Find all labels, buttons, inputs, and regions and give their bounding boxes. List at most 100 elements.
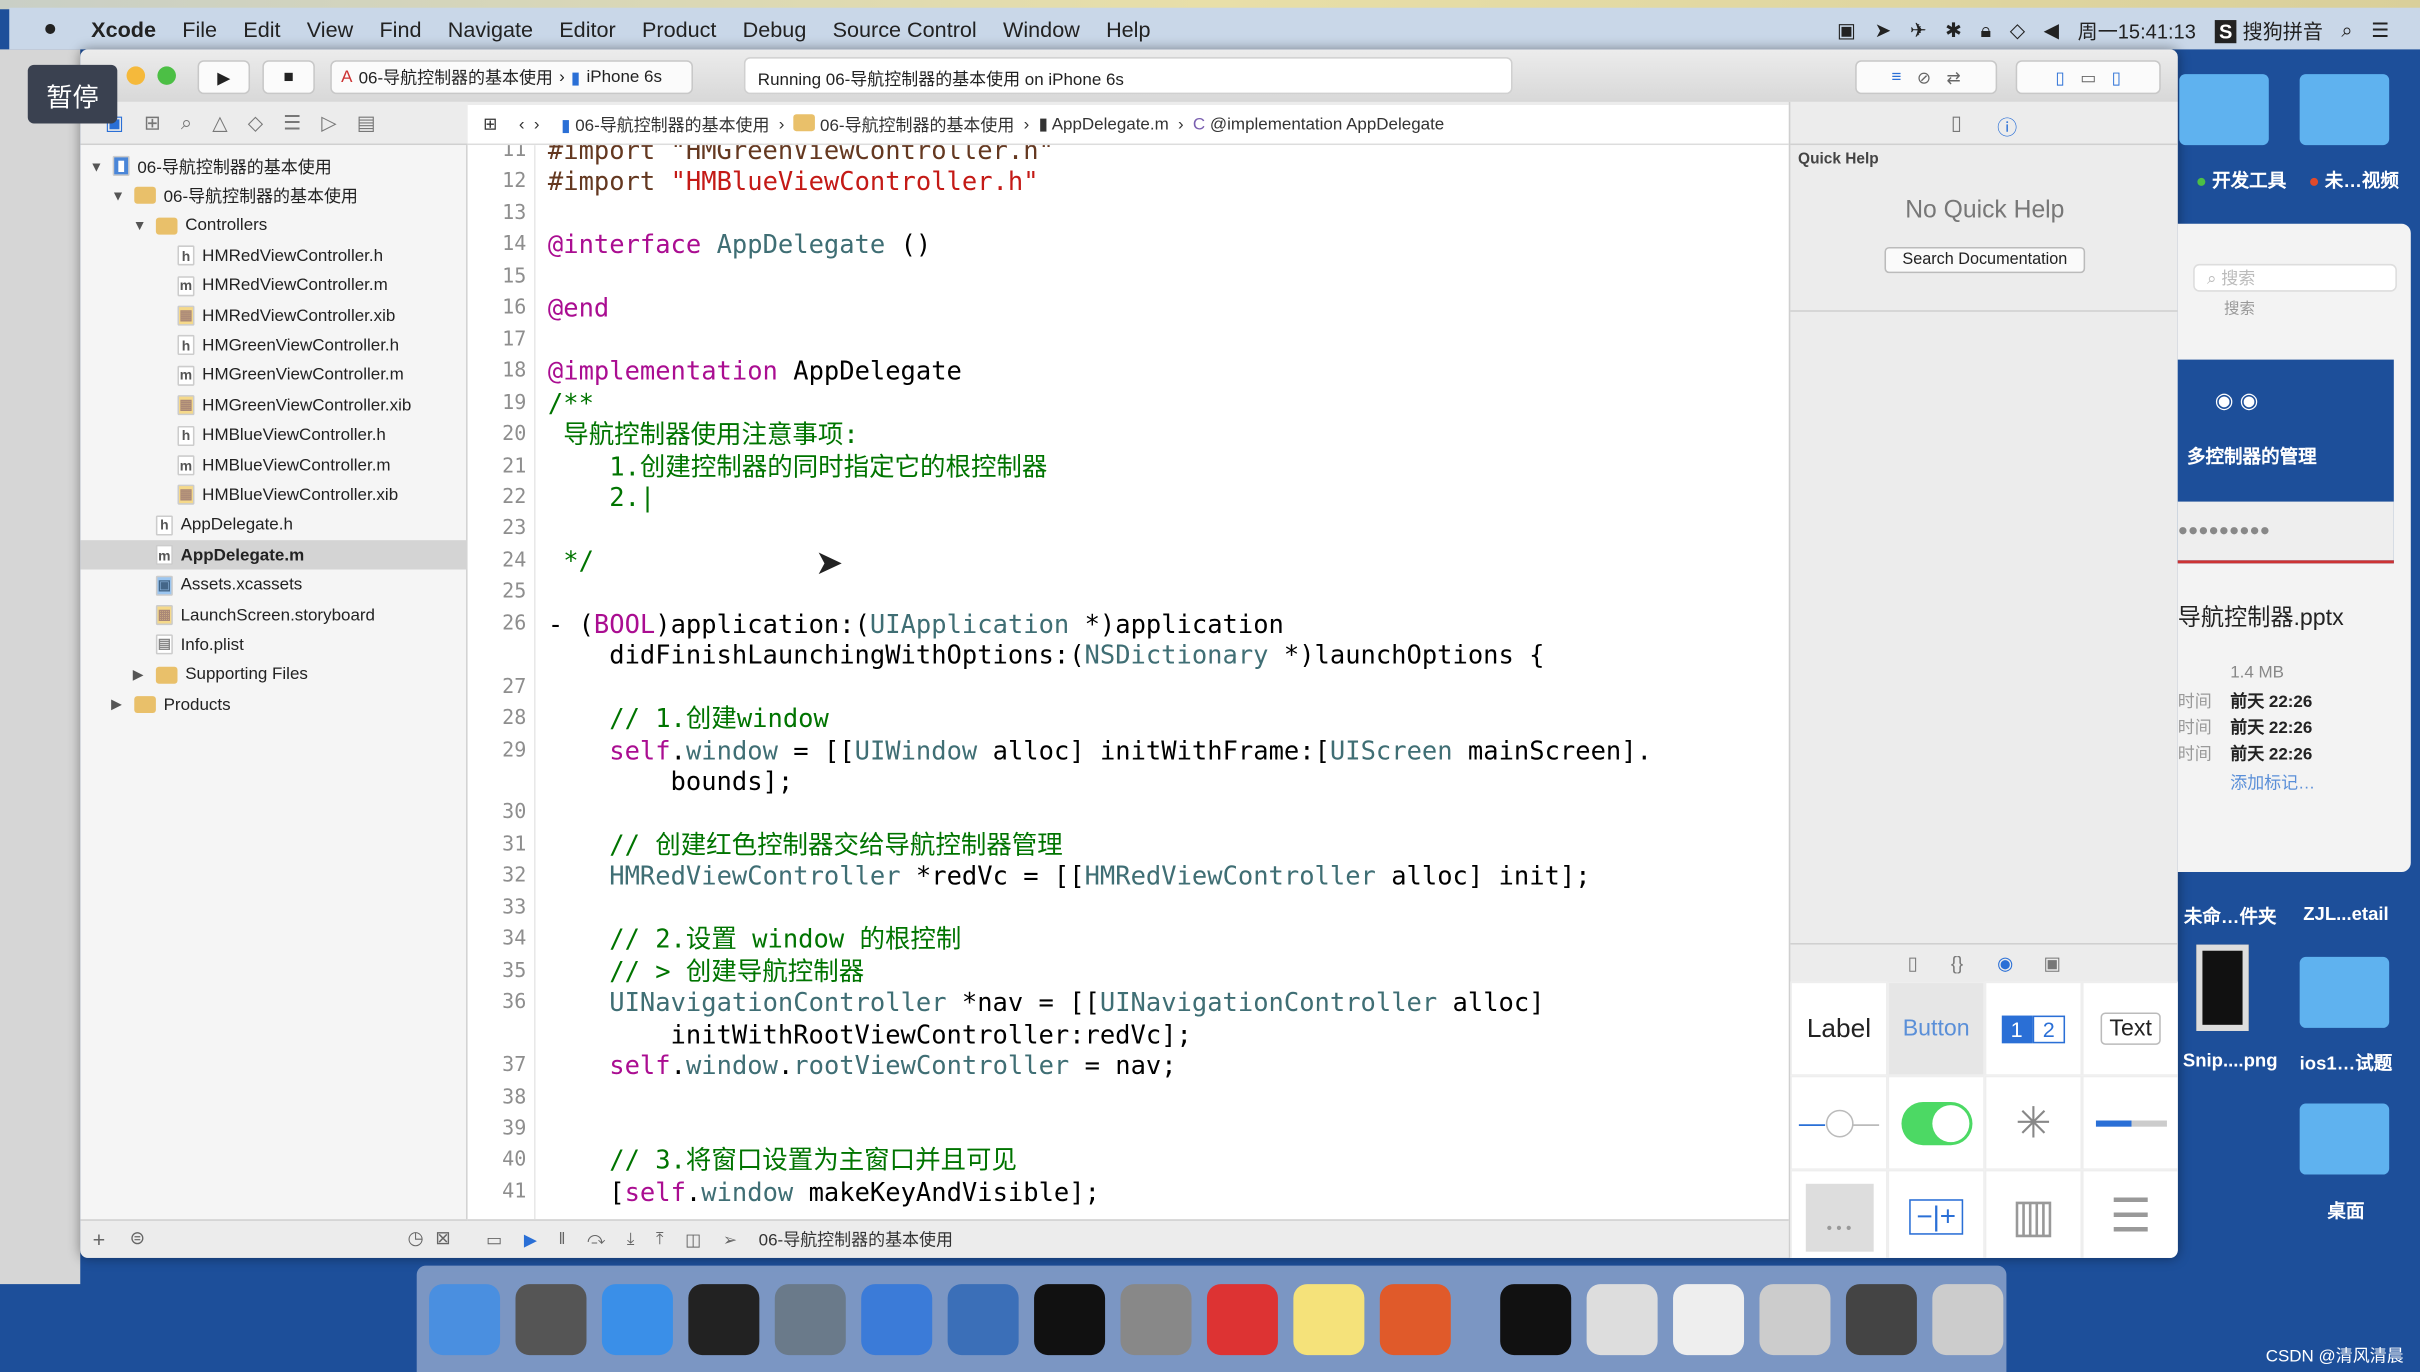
navigator-item[interactable]: ▼ ▮ 06-导航控制器的基本使用 — [80, 151, 332, 180]
disclosure-triangle-icon[interactable]: ▶ — [111, 696, 126, 713]
navigator-item[interactable]: ▼ Controllers — [80, 211, 268, 240]
add-tag-link[interactable]: 添加标记… — [2230, 770, 2315, 795]
navigator-item[interactable]: ▶ Products — [80, 690, 230, 719]
jump-project[interactable]: ▮ 06-导航控制器的基本使用 — [561, 112, 769, 137]
file-inspector-icon[interactable]: ▯ — [1951, 111, 1962, 136]
menu-debug[interactable]: Debug — [743, 16, 807, 41]
notification-icon[interactable]: ☰ — [2371, 18, 2389, 43]
navigator-item[interactable]: ▼ 06-导航控制器的基本使用 — [80, 181, 358, 210]
navigator-item[interactable]: ▣ Assets.xcassets — [80, 570, 302, 599]
dock-app-keynote[interactable] — [1379, 1283, 1451, 1355]
run-button[interactable]: ▶ — [197, 60, 251, 95]
navigator-item[interactable]: ▶ Supporting Files — [80, 660, 308, 689]
dock-app-xmind[interactable] — [1206, 1283, 1278, 1355]
quick-help-icon[interactable]: ⓘ — [1997, 111, 2017, 140]
dock-app-terminal[interactable] — [1034, 1283, 1106, 1355]
dock-app-instruments[interactable] — [947, 1283, 1019, 1355]
jump-group[interactable]: 06-导航控制器的基本使用 — [793, 112, 1014, 137]
menu-window[interactable]: Window — [1003, 16, 1080, 41]
recent-files-icon[interactable]: ◷ — [407, 1227, 423, 1249]
debug-navigator-icon[interactable]: ☰ — [283, 110, 301, 135]
library-label[interactable]: Label — [1790, 981, 1888, 1076]
lock-icon[interactable]: 🔒︎ — [1981, 18, 1992, 43]
library-segmented-control[interactable]: 12 — [1984, 981, 2083, 1076]
jump-file[interactable]: ▮ AppDelegate.m — [1039, 114, 1169, 135]
search-documentation-button[interactable]: Search Documentation — [1884, 246, 2086, 274]
navigator-item[interactable]: m HMBlueViewController.m — [80, 451, 391, 480]
dock-app-screenshot[interactable] — [1759, 1283, 1831, 1355]
menu-navigate[interactable]: Navigate — [448, 16, 533, 41]
desktop-folder[interactable] — [2299, 1103, 2390, 1175]
library-activity-indicator[interactable]: ✳ — [1984, 1075, 2083, 1170]
dock-app-photo-booth[interactable] — [774, 1283, 846, 1355]
dock-app-preview[interactable] — [1586, 1283, 1658, 1355]
desktop-folder[interactable] — [2179, 74, 2269, 146]
spotlight-icon[interactable]: ⌕ — [2341, 18, 2352, 43]
navigator-item[interactable]: ▤ Info.plist — [80, 630, 244, 659]
debug-area-toggle-icon[interactable]: ▭ — [2080, 67, 2096, 88]
step-over-icon[interactable]: ⤼ — [587, 1229, 605, 1249]
dock-app-notes[interactable] — [1293, 1283, 1365, 1355]
dock-app-xcode[interactable] — [861, 1283, 933, 1355]
forward-icon[interactable]: › — [534, 115, 540, 134]
version-editor-icon[interactable]: ⇄ — [1947, 67, 1961, 88]
desktop-folder[interactable] — [2299, 956, 2390, 1028]
report-navigator-icon[interactable]: ▤ — [357, 110, 376, 135]
navigator-item[interactable]: ▦ HMRedViewController.xib — [80, 301, 395, 330]
dock-app-console[interactable] — [1500, 1283, 1572, 1355]
menu-product[interactable]: Product — [642, 16, 716, 41]
menu-help[interactable]: Help — [1106, 16, 1150, 41]
filter-icon[interactable]: ⊜ — [130, 1227, 146, 1249]
library-stepper[interactable]: −|+ — [1887, 1169, 1985, 1258]
navigator-item[interactable]: h HMBlueViewController.h — [80, 421, 386, 450]
dock-app-textedit[interactable] — [1673, 1283, 1745, 1355]
navigator-item[interactable]: ▦ HMGreenViewController.xib — [80, 391, 411, 420]
jump-symbol[interactable]: C @implementation AppDelegate — [1193, 115, 1444, 134]
media-library-icon[interactable]: ▣ — [2043, 952, 2061, 974]
location-icon[interactable]: ➤ — [1874, 18, 1891, 43]
library-page-control[interactable]: • • • — [1790, 1169, 1888, 1258]
source-editor[interactable]: 11 #import "HMGreenViewController.h" 12 #im… — [467, 145, 1789, 1220]
wifi-icon[interactable]: ◇ — [2010, 18, 2025, 43]
disclosure-triangle-icon[interactable]: ▶ — [133, 666, 148, 683]
apple-icon[interactable]: ● — [43, 15, 57, 41]
menu-file[interactable]: File — [182, 16, 217, 41]
dock-app-safari[interactable] — [601, 1283, 673, 1355]
stop-button[interactable]: ■ — [262, 60, 315, 95]
library-slider[interactable]: — — — [1790, 1075, 1888, 1170]
pause-icon[interactable]: ‖ — [559, 1230, 566, 1249]
library-text-field[interactable]: Text — [2082, 981, 2178, 1076]
airplane-icon[interactable]: ✈ — [1910, 18, 1927, 43]
library-button[interactable]: Button — [1887, 981, 1985, 1076]
volume-icon[interactable]: ◀ — [2044, 18, 2059, 43]
screen-record-icon[interactable]: ▣ — [1837, 18, 1856, 43]
related-items-icon[interactable]: ⊞ — [483, 114, 497, 135]
ime-menu[interactable]: S 搜狗拼音 — [2214, 15, 2323, 44]
menu-edit[interactable]: Edit — [243, 16, 280, 41]
navigator-item[interactable]: h AppDelegate.h — [80, 511, 293, 540]
symbol-navigator-icon[interactable]: ⊞ — [144, 110, 161, 135]
dock-app-display[interactable] — [1845, 1283, 1917, 1355]
library-switch[interactable] — [1887, 1075, 1985, 1170]
back-icon[interactable]: ‹ — [519, 115, 525, 134]
library-stack-view-horizontal[interactable]: ▥ — [1984, 1169, 2083, 1258]
scm-filter-icon[interactable]: ⊠ — [435, 1227, 451, 1249]
test-navigator-icon[interactable]: ◇ — [248, 110, 263, 135]
library-progress-view[interactable] — [2082, 1075, 2178, 1170]
menu-app[interactable]: Xcode — [91, 16, 156, 41]
navigator-toggle-icon[interactable]: ▯ — [2055, 67, 2064, 88]
pause-overlay[interactable]: 暂停 — [27, 64, 118, 124]
library-stack-view-vertical[interactable]: ☰ — [2082, 1169, 2178, 1258]
step-into-icon[interactable]: ⤓ — [627, 1229, 635, 1249]
code-snippet-icon[interactable]: {} — [1951, 952, 1963, 974]
finder-search-input[interactable]: ⌕ 搜索 — [2193, 263, 2397, 292]
dock-app-launchpad[interactable] — [515, 1283, 587, 1355]
zoom-button[interactable] — [157, 66, 176, 85]
step-out-icon[interactable]: ⤒ — [656, 1229, 664, 1249]
menu-source-control[interactable]: Source Control — [833, 16, 977, 41]
menu-view[interactable]: View — [307, 16, 353, 41]
simulate-location-icon[interactable]: ➢ — [723, 1229, 737, 1250]
find-navigator-icon[interactable]: ⌕ — [181, 110, 192, 135]
view-debugger-icon[interactable]: ◫ — [685, 1229, 701, 1250]
utilities-toggle-icon[interactable]: ▯ — [2112, 67, 2121, 88]
